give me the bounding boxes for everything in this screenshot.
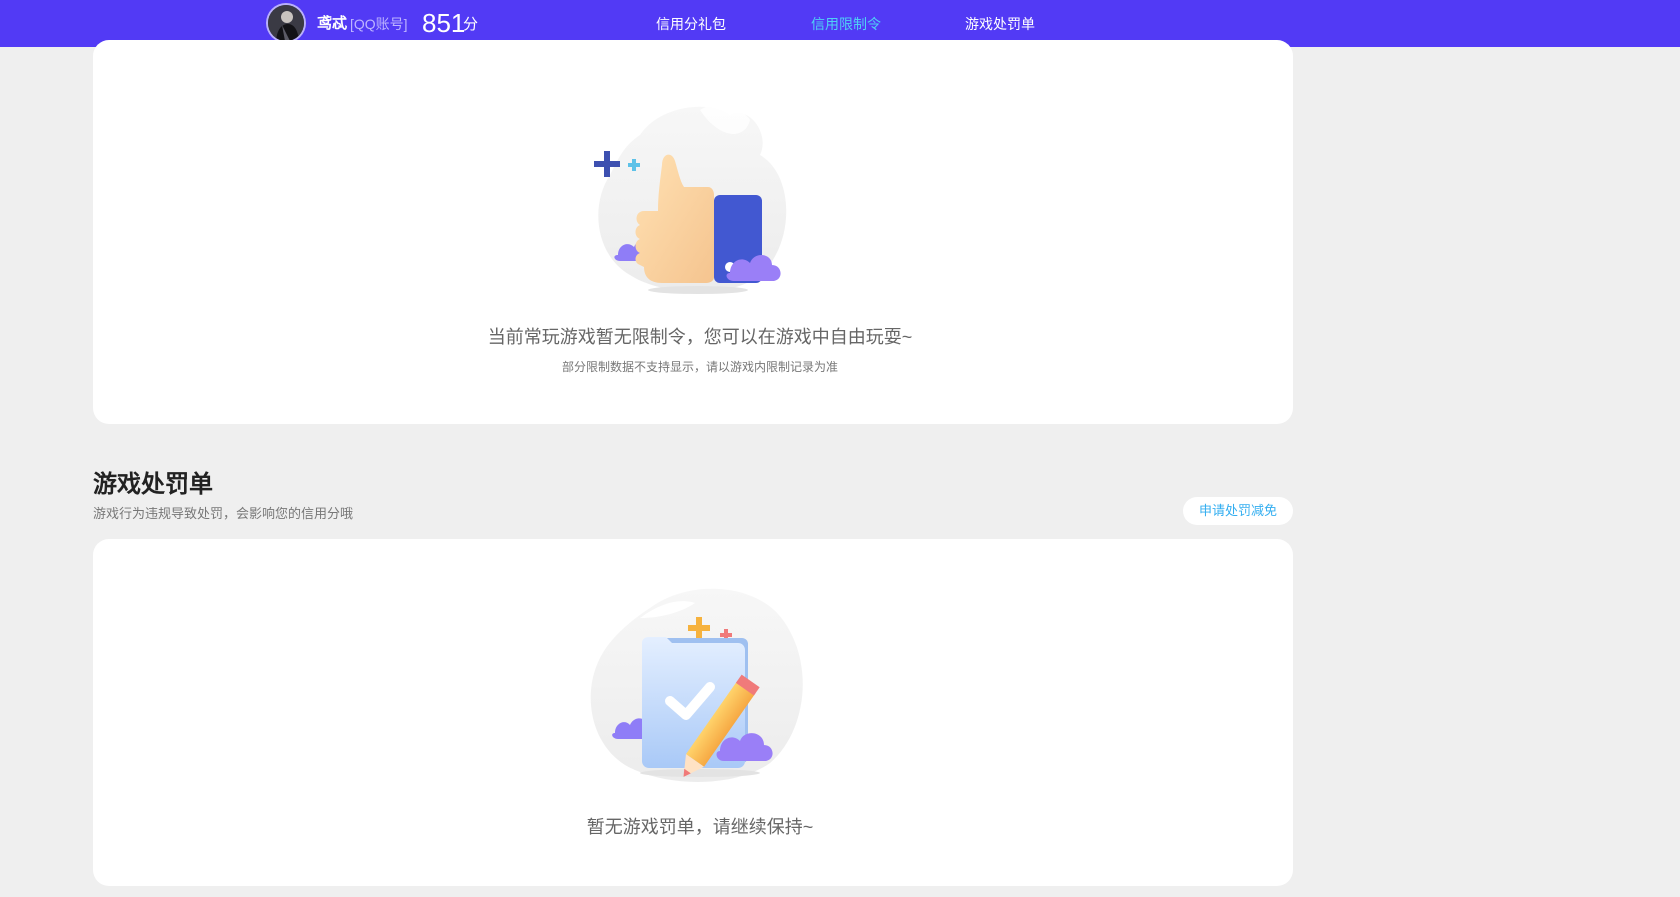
penalty-section-subtitle: 游戏行为违规导致处罚，会影响您的信用分哦: [93, 506, 354, 521]
penalty-empty-message: 暂无游戏罚单，请继续保持~: [586, 817, 814, 837]
credit-score-unit: 分: [463, 16, 479, 33]
username: 鸢忒: [317, 15, 348, 32]
tab-credit-restriction[interactable]: 信用限制令: [811, 14, 881, 34]
account-type-label: [QQ账号]: [350, 16, 408, 32]
tab-credit-gift[interactable]: 信用分礼包: [656, 14, 726, 34]
penalty-section-title: 游戏处罚单: [93, 471, 213, 498]
tab-game-penalty[interactable]: 游戏处罚单: [965, 14, 1035, 34]
checklist-pencil-illustration-icon: [590, 588, 803, 783]
restriction-empty-message: 当前常玩游戏暂无限制令，您可以在游戏中自由玩耍~: [487, 327, 913, 347]
user-avatar[interactable]: [268, 5, 304, 41]
credit-score: 851: [422, 8, 466, 38]
avatar-image: [268, 5, 304, 41]
restriction-data-note: 部分限制数据不支持显示，请以游戏内限制记录为准: [561, 360, 838, 374]
thumbs-up-illustration-icon: [594, 104, 787, 294]
apply-penalty-reduction-button[interactable]: 申请处罚减免: [1183, 497, 1293, 525]
